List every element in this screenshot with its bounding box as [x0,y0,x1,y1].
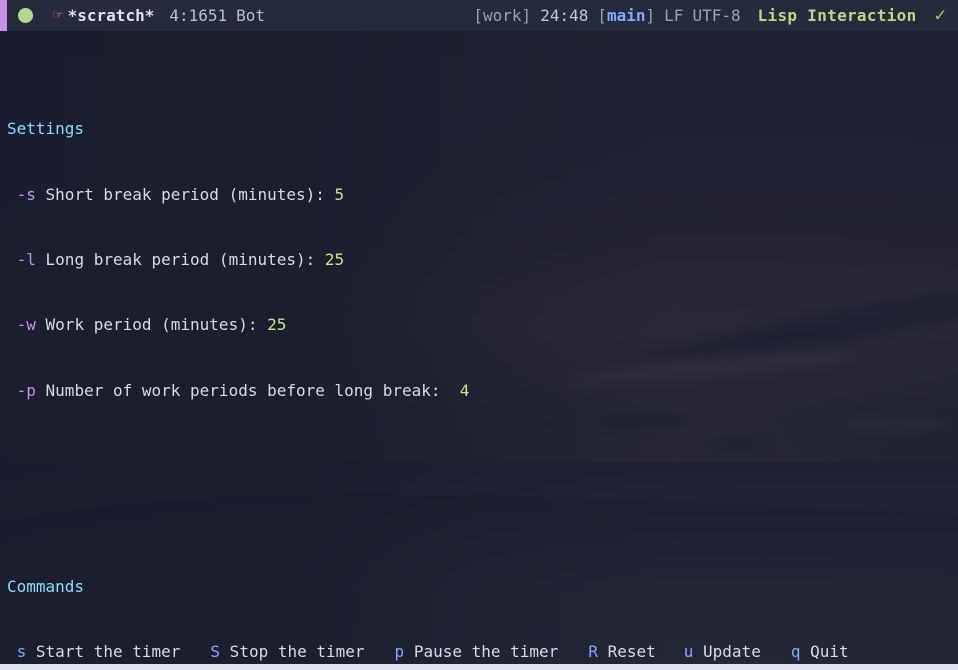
buffer-content[interactable]: Settings -s Short break period (minutes)… [0,31,958,664]
modeline-right: [work] 24:48 [main] LF UTF-8 Lisp Intera… [473,5,958,27]
setting-flag: -s [16,184,36,204]
command-key-pause[interactable]: p [395,642,405,661]
commands-heading: Commands [7,576,85,596]
command-key-update[interactable]: u [684,642,694,661]
modeline-accent-bar [0,0,7,31]
buffer-name[interactable]: *scratch* [68,5,155,27]
command-label-stop[interactable]: Stop the timer [220,642,365,661]
command-key-start[interactable]: s [17,642,27,661]
command-label-update[interactable]: Update [693,642,761,661]
setting-value[interactable]: 5 [335,185,345,204]
setting-label: Number of work periods before long break… [35,380,460,400]
setting-row: -w Work period (minutes): 25 [7,314,958,336]
modeline: ☞ *scratch* 4:1651 Bot [work] 24:48 [mai… [0,0,958,31]
bottom-modeline-strip [0,664,958,670]
clock: 24:48 [540,5,589,25]
command-label-start[interactable]: Start the timer [26,642,181,661]
major-mode[interactable]: Lisp Interaction [758,5,917,27]
vcs-branch[interactable]: [main] [597,5,655,27]
encoding[interactable]: UTF-8 [692,5,740,27]
setting-flag: -l [16,249,36,269]
setting-label: Work period (minutes): [35,315,268,335]
setting-flag: -w [16,315,36,335]
setting-label: Long break period (minutes): [35,249,325,269]
scroll-state: Bot [236,5,266,25]
setting-row: -s Short break period (minutes): 5 [7,184,958,206]
commands-row: s Start the timer S Stop the timer p Pause… [7,641,958,663]
cursor-position: 4:1651 [169,5,228,25]
check-icon: ✓ [934,3,946,26]
setting-row: -p Number of work periods before long br… [7,380,958,402]
command-label-pause[interactable]: Pause the timer [404,642,559,661]
branch-bracket-open: [ [597,5,607,25]
pointing-hand-icon: ☞ [53,5,63,25]
modeline-left: ☞ *scratch* 4:1651 Bot [7,5,265,27]
setting-label: Short break period (minutes): [35,184,335,204]
line-ending[interactable]: LF [664,5,683,27]
command-key-stop[interactable]: S [210,642,220,661]
branch-name: main [607,5,646,25]
setting-value[interactable]: 25 [325,250,344,269]
command-label-quit[interactable]: Quit [800,642,849,661]
project-name[interactable]: [work] [473,5,531,27]
branch-bracket-close: ] [645,5,656,25]
buffer-status-dot-icon [18,7,33,23]
setting-value[interactable]: 4 [460,381,470,400]
command-key-reset[interactable]: R [588,642,598,661]
emacs-window: ☞ *scratch* 4:1651 Bot [work] 24:48 [mai… [0,0,958,670]
command-label-reset[interactable]: Reset [598,642,656,661]
setting-flag: -p [16,380,36,400]
settings-heading: Settings [7,119,85,139]
setting-value[interactable]: 25 [267,315,286,334]
setting-row: -l Long break period (minutes): 25 [7,249,958,271]
